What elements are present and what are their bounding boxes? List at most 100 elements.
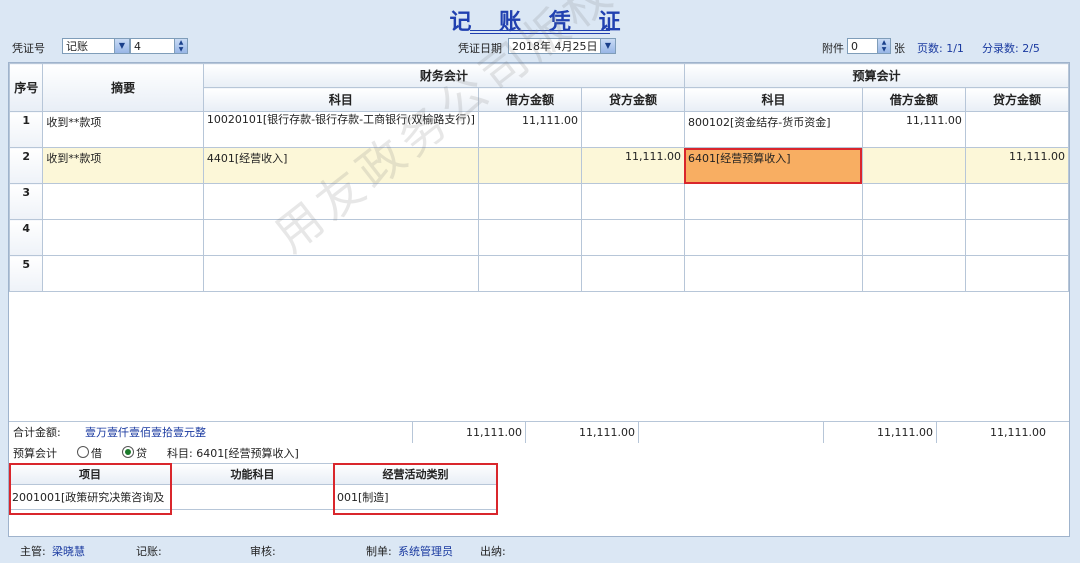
table-row[interactable]: 4 <box>8 219 1070 256</box>
summary-cell[interactable] <box>42 255 204 292</box>
chevron-down-icon[interactable]: ▼ <box>600 39 615 53</box>
bud-subject-cell-active[interactable]: 6401[经营预算收入] <box>683 147 863 184</box>
bud-subject-cell[interactable] <box>683 255 863 292</box>
fin-credit-cell[interactable] <box>580 255 685 292</box>
total-fin-credit: 11,111.00 <box>525 422 638 443</box>
summary-cell[interactable] <box>42 183 204 220</box>
row-index: 1 <box>8 111 44 148</box>
radio-off-icon[interactable] <box>77 446 89 458</box>
radio-credit-label: 贷 <box>136 447 147 460</box>
summary-cell[interactable]: 收到**款项 <box>42 147 204 184</box>
table-row[interactable]: 5 <box>8 255 1070 292</box>
bud-credit-cell[interactable] <box>964 255 1070 292</box>
date-picker[interactable]: 2018年 4月25日 ▼ <box>508 38 616 54</box>
bud-debit-cell[interactable] <box>861 183 966 220</box>
chevron-down-icon[interactable]: ▼ <box>114 39 129 53</box>
bud-debit-cell[interactable] <box>861 147 966 184</box>
cashier-label: 出纳: <box>480 545 506 558</box>
attach-count-stepper[interactable]: 0 ▲ ▼ <box>847 38 891 54</box>
voucher-type-select[interactable]: 记账 ▼ <box>62 38 130 54</box>
total-fin-debit: 11,111.00 <box>412 422 525 443</box>
aux-function-header: 功能科目 <box>171 463 334 485</box>
aux-project-value[interactable]: 2001001[政策研究决策咨询及 <box>9 485 171 510</box>
fin-credit-cell[interactable]: 11,111.00 <box>580 147 685 184</box>
totals-row: 合计金额: 壹万壹仟壹佰壹拾壹元整 11,111.00 11,111.00 11… <box>9 421 1069 444</box>
aux-activity-value[interactable]: 001[制造] <box>334 485 497 510</box>
bud-credit-cell[interactable] <box>964 219 1070 256</box>
fin-subject-cell[interactable] <box>202 183 479 220</box>
radio-credit[interactable]: 贷 <box>122 445 147 463</box>
fin-debit-cell[interactable]: 11,111.00 <box>477 111 582 148</box>
fin-subject-cell[interactable] <box>202 219 479 256</box>
table-row[interactable]: 1 收到**款项 10020101[银行存款-银行存款-工商银行(双榆路支行)]… <box>8 111 1070 148</box>
fin-credit-cell[interactable] <box>580 183 685 220</box>
spin-arrows-icon[interactable]: ▲ ▼ <box>174 39 187 53</box>
row-index: 5 <box>8 255 44 292</box>
col-fin-credit: 贷方金额 <box>580 87 685 112</box>
aux-activity-header: 经营活动类别 <box>334 463 497 485</box>
aux-function-value[interactable] <box>171 485 334 510</box>
fin-credit-cell[interactable] <box>580 111 685 148</box>
bud-debit-cell[interactable] <box>861 219 966 256</box>
aux-project-header: 项目 <box>9 463 171 485</box>
voucher-body: 序号 摘要 财务会计 预算会计 科目 借方金额 贷方金额 科目 借方金额 贷方金… <box>8 0 1070 537</box>
fin-debit-cell[interactable] <box>477 147 582 184</box>
fin-credit-cell[interactable] <box>580 219 685 256</box>
radio-debit[interactable]: 借 <box>77 445 102 463</box>
supervisor-name: 梁晓慧 <box>52 545 85 558</box>
date-value: 2018年 4月25日 <box>512 40 598 53</box>
bud-debit-cell[interactable]: 11,111.00 <box>861 111 966 148</box>
summary-cell[interactable] <box>42 219 204 256</box>
radio-on-icon[interactable] <box>122 446 134 458</box>
radio-debit-label: 借 <box>91 447 102 460</box>
supervisor-label: 主管: <box>20 545 46 558</box>
totals-label: 合计金额: <box>13 426 61 439</box>
total-bud-credit: 11,111.00 <box>936 422 1049 443</box>
fin-subject-cell[interactable]: 4401[经营收入] <box>202 147 479 184</box>
summary-cell[interactable]: 收到**款项 <box>42 111 204 148</box>
group-financial: 财务会计 <box>202 63 685 88</box>
bud-credit-cell[interactable]: 11,111.00 <box>964 147 1070 184</box>
page-indicator: 页数: 1/1 <box>917 42 964 55</box>
group-budget: 预算会计 <box>683 63 1070 88</box>
col-summary: 摘要 <box>42 63 204 112</box>
col-bud-subject: 科目 <box>683 87 863 112</box>
bud-subject-cell[interactable] <box>683 219 863 256</box>
aux-project[interactable]: 项目 2001001[政策研究决策咨询及 <box>9 463 171 515</box>
fin-debit-cell[interactable] <box>477 255 582 292</box>
attach-label: 附件 <box>822 42 844 55</box>
fin-subject-cell[interactable] <box>202 255 479 292</box>
aux-function[interactable]: 功能科目 <box>171 463 334 515</box>
aux-activity[interactable]: 经营活动类别 001[制造] <box>334 463 497 515</box>
fin-debit-cell[interactable] <box>477 219 582 256</box>
bud-credit-cell[interactable] <box>964 183 1070 220</box>
total-bud-debit: 11,111.00 <box>823 422 936 443</box>
voucher-no-label: 凭证号 <box>12 42 45 55</box>
bud-subject-cell[interactable]: 800102[资金结存-货币资金] <box>683 111 863 148</box>
row-index: 3 <box>8 183 44 220</box>
voucher-number-stepper[interactable]: 4 ▲ ▼ <box>130 38 188 54</box>
attach-count-value: 0 <box>851 40 858 53</box>
table-row[interactable]: 3 <box>8 183 1070 220</box>
table-row-selected[interactable]: 2 收到**款项 4401[经营收入] 11,111.00 6401[经营预算收… <box>8 147 1070 184</box>
fin-subject-cell[interactable]: 10020101[银行存款-银行存款-工商银行(双榆路支行)] <box>202 111 479 148</box>
date-label: 凭证日期 <box>458 42 502 55</box>
budget-subject-text: 科目: 6401[经营预算收入] <box>167 447 299 460</box>
col-bud-debit: 借方金额 <box>861 87 966 112</box>
voucher-toolbar: 凭证号 记账 ▼ 4 ▲ ▼ 凭证日期 2018年 4月25日 ▼ 附件 0 ▲ ▼… <box>0 38 1080 56</box>
voucher-number-value: 4 <box>134 40 141 53</box>
title-underline <box>470 30 610 34</box>
col-bud-credit: 贷方金额 <box>964 87 1070 112</box>
voucher-entries-table: 序号 摘要 财务会计 预算会计 科目 借方金额 贷方金额 科目 借方金额 贷方金… <box>8 63 1070 292</box>
total-bud-subject-empty <box>638 422 823 443</box>
budget-aux-line: 预算会计 借 贷 科目: 6401[经营预算收入] <box>9 445 1069 463</box>
bud-subject-cell[interactable] <box>683 183 863 220</box>
spin-arrows-icon[interactable]: ▲ ▼ <box>877 39 890 53</box>
bud-credit-cell[interactable] <box>964 111 1070 148</box>
fin-debit-cell[interactable] <box>477 183 582 220</box>
col-fin-debit: 借方金额 <box>477 87 582 112</box>
bud-debit-cell[interactable] <box>861 255 966 292</box>
maker-label: 制单: <box>366 545 392 558</box>
auditor-label: 审核: <box>250 545 276 558</box>
col-fin-subject: 科目 <box>202 87 479 112</box>
